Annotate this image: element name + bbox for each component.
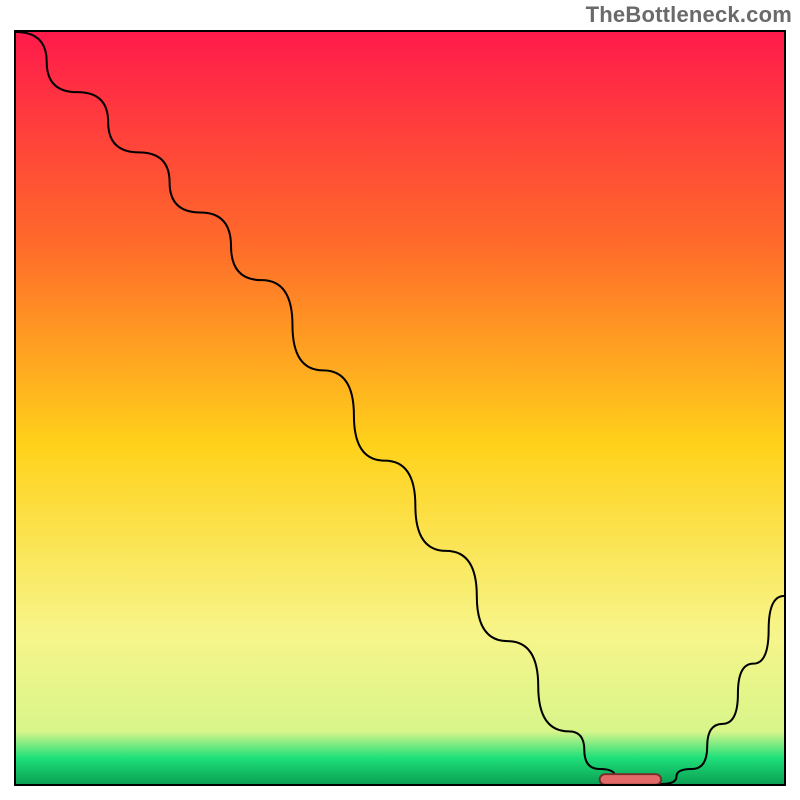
ideal-range-marker <box>600 774 661 784</box>
chart-frame <box>14 30 786 786</box>
gradient-background <box>16 32 784 784</box>
bottleneck-plot <box>16 32 784 784</box>
chart-container: TheBottleneck.com <box>0 0 800 800</box>
watermark-label: TheBottleneck.com <box>586 2 792 28</box>
